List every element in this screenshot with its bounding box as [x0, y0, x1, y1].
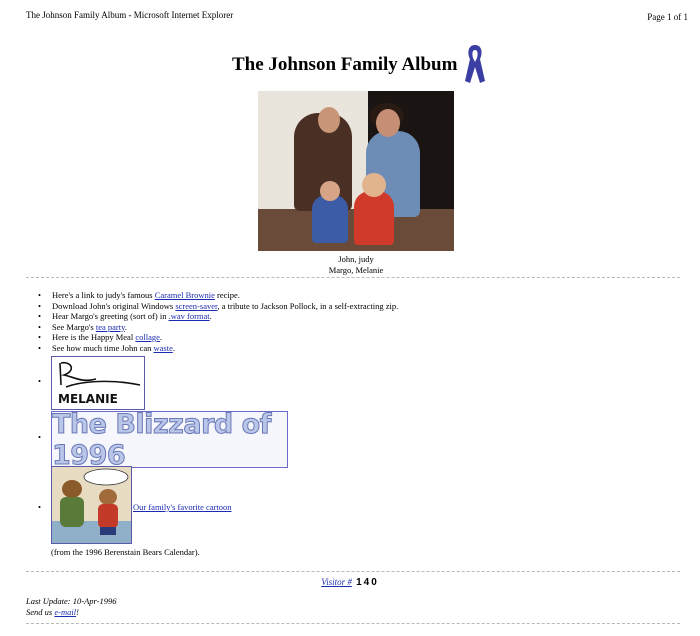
- page-indicator: Page 1 of 1: [647, 12, 688, 22]
- bullet-icon: •: [38, 376, 41, 386]
- wav-format-link[interactable]: .wav format: [169, 311, 210, 321]
- list-item: See Margo's tea party.: [38, 322, 398, 333]
- tea-party-link[interactable]: tea party: [96, 322, 125, 332]
- cartoon-link[interactable]: Our family's favorite cartoon: [133, 502, 232, 512]
- bullet-icon: •: [38, 502, 41, 512]
- divider: [26, 277, 680, 278]
- list-item: Download John's original Windows screen-…: [38, 301, 398, 312]
- bullet-icon: •: [38, 432, 41, 442]
- divider: [26, 571, 680, 572]
- send-email-line: Send us e-mail!: [26, 607, 79, 617]
- blizzard-image[interactable]: The Blizzard of 1996: [51, 408, 288, 471]
- visitor-count: 140: [356, 577, 379, 588]
- collage-link[interactable]: collage: [135, 332, 160, 342]
- list-item: See how much time John can waste.: [38, 343, 398, 354]
- photo-caption: John, judy Margo, Melanie: [258, 254, 454, 276]
- visitor-counter: Visitor # 140: [0, 577, 700, 588]
- page-title: The Johnson Family Album: [232, 54, 458, 75]
- page-header: The Johnson Family Album: [232, 42, 487, 88]
- ribbon-icon: [465, 45, 486, 83]
- caption-line-2: Margo, Melanie: [328, 265, 384, 275]
- email-link[interactable]: e-mail: [54, 607, 76, 617]
- divider: [26, 623, 680, 624]
- signature-text: MELANIE: [58, 392, 118, 406]
- cartoon-drawing: [52, 467, 131, 543]
- visitor-link[interactable]: Visitor #: [321, 577, 352, 587]
- list-item: Here is the Happy Meal collage.: [38, 332, 398, 343]
- signature-image[interactable]: MELANIE: [51, 356, 145, 410]
- signature-drawing: MELANIE: [58, 361, 141, 406]
- waste-link[interactable]: waste: [154, 343, 173, 353]
- family-photo: [258, 91, 454, 251]
- caramel-brownie-link[interactable]: Caramel Brownie: [155, 290, 215, 300]
- list-item: Here's a link to judy's famous Caramel B…: [38, 290, 398, 301]
- window-title: The Johnson Family Album - Microsoft Int…: [26, 10, 234, 20]
- screen-saver-link[interactable]: screen-saver: [175, 301, 217, 311]
- caption-line-1: John, judy: [338, 254, 374, 264]
- blizzard-title: The Blizzard of 1996: [52, 408, 272, 471]
- cartoon-image[interactable]: [51, 466, 132, 544]
- last-update-text: Last Update: 10-Apr-1996: [26, 596, 117, 606]
- last-update-block: Last Update: 10-Apr-1996 Send us e-mail!: [26, 596, 117, 618]
- links-list: Here's a link to judy's famous Caramel B…: [38, 290, 398, 353]
- cartoon-source-note: (from the 1996 Berenstain Bears Calendar…: [51, 547, 200, 557]
- list-item: Hear Margo's greeting (sort of) in .wav …: [38, 311, 398, 322]
